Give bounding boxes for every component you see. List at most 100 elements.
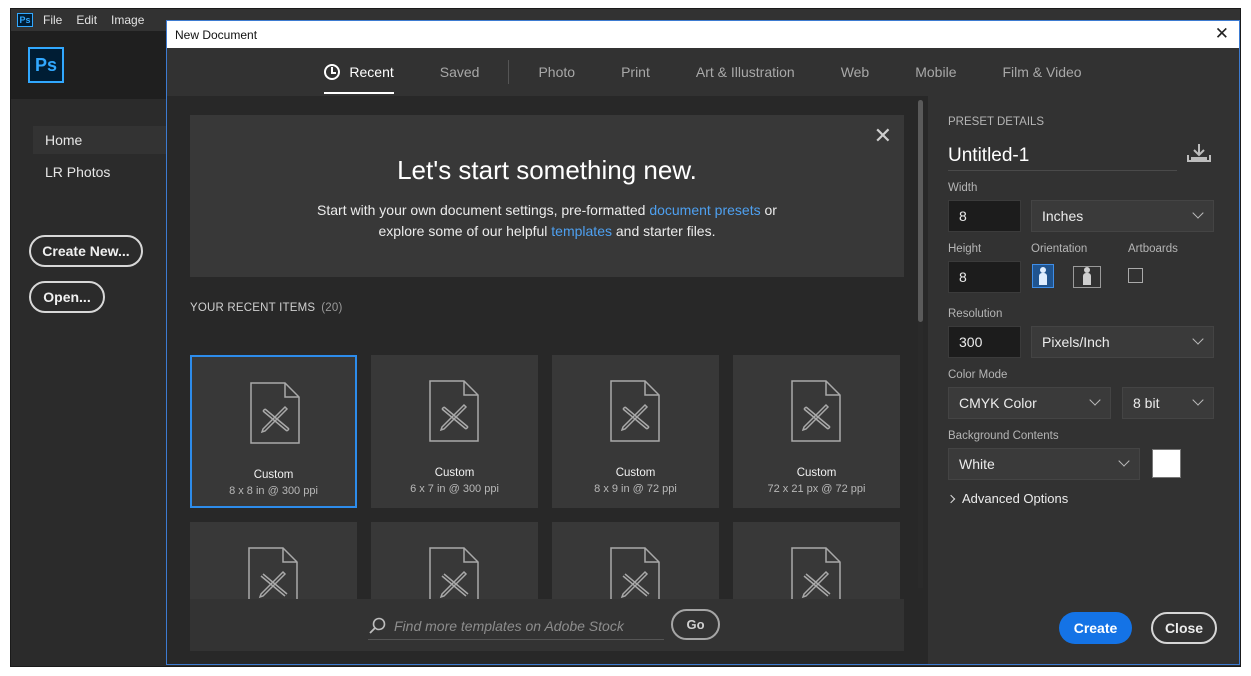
dialog-close-icon[interactable]: ✕ [1215,24,1229,44]
color-mode-dropdown[interactable]: CMYK Color [948,387,1111,419]
tab-saved[interactable]: Saved [440,48,480,96]
new-document-dialog: New Document ✕ Recent Saved Photo Print … [166,20,1240,665]
stock-search-input[interactable] [394,618,654,634]
chevron-right-icon [946,494,956,503]
preset-category-tabs: Recent Saved Photo Print Art & Illustrat… [167,48,1239,96]
document-icon [791,380,841,442]
document-presets-link[interactable]: document presets [649,202,760,218]
color-mode-value: CMYK Color [959,395,1037,411]
tab-recent[interactable]: Recent [324,48,395,96]
background-color-swatch[interactable] [1152,449,1181,478]
chevron-down-icon [1118,455,1130,467]
color-mode-label: Color Mode [948,369,1008,381]
banner-text-3: explore some of our helpful [378,223,552,239]
resolution-unit-dropdown[interactable]: Pixels/Inch [1031,326,1214,358]
resolution-input[interactable]: 300 [948,326,1021,358]
content-scrollbar[interactable] [918,100,923,588]
card-name: Custom [615,467,656,479]
create-button[interactable]: Create [1059,612,1132,644]
recent-item-card[interactable]: Custom 8 x 9 in @ 72 ppi [552,355,719,508]
nav-lr-photos[interactable]: LR Photos [33,158,167,186]
start-workspace-panel: Ps Home LR Photos Create New... Open... [11,31,167,666]
logo-area: Ps [11,31,167,99]
recent-items-title: YOUR RECENT ITEMS [190,302,316,314]
templates-link[interactable]: templates [551,223,612,239]
bit-depth-dropdown[interactable]: 8 bit [1122,387,1214,419]
chevron-down-icon [1192,207,1204,219]
card-dimensions: 8 x 9 in @ 72 ppi [594,483,677,495]
chevron-down-icon [1192,333,1204,345]
menu-edit[interactable]: Edit [76,13,97,27]
recent-items-count: (20) [321,302,343,314]
card-name: Custom [434,467,475,479]
landscape-icon[interactable] [1073,266,1101,288]
background-contents-value: White [959,456,995,472]
document-icon [429,380,479,442]
recent-items-heading: YOUR RECENT ITEMS (20) [190,302,343,314]
recent-item-card[interactable]: Custom 8 x 8 in @ 300 ppi [190,355,357,508]
dialog-titlebar: New Document ✕ [167,21,1239,48]
menu-image[interactable]: Image [111,13,144,27]
card-dimensions: 72 x 21 px @ 72 ppi [767,483,866,495]
tab-film-video[interactable]: Film & Video [1002,48,1081,96]
tab-art-illustration[interactable]: Art & Illustration [696,48,795,96]
preset-name-field[interactable]: Untitled-1 [948,141,1177,171]
card-dimensions: 8 x 8 in @ 300 ppi [229,485,318,497]
tab-recent-label: Recent [349,64,394,80]
document-icon [610,380,660,442]
card-name: Custom [796,467,837,479]
recent-item-card[interactable]: Custom 6 x 7 in @ 300 ppi [371,355,538,508]
ps-app-icon: Ps [17,13,33,27]
person-glyph [1083,267,1091,285]
tab-mobile[interactable]: Mobile [915,48,956,96]
tab-web[interactable]: Web [841,48,870,96]
artboards-checkbox[interactable] [1128,268,1143,283]
banner-text-1: Start with your own document settings, p… [317,202,650,218]
presets-content-area: ✕ Let's start something new. Start with … [167,96,927,664]
background-contents-dropdown[interactable]: White [948,448,1140,480]
adobe-stock-search-bar: Go [190,599,904,651]
stock-search-field [368,613,664,640]
ps-logo: Ps [28,47,64,83]
height-input[interactable]: 8 [948,261,1021,293]
scrollbar-thumb[interactable] [918,100,923,322]
banner-text-4: and starter files. [611,223,716,239]
close-button[interactable]: Close [1151,612,1217,644]
bit-depth-value: 8 bit [1133,395,1160,411]
resolution-label: Resolution [948,308,1003,320]
width-unit-value: Inches [1042,208,1084,224]
search-icon [369,617,386,634]
save-preset-icon[interactable] [1187,143,1211,163]
banner-text-2: or [760,202,777,218]
document-icon [250,382,300,444]
resolution-unit-value: Pixels/Inch [1042,334,1110,350]
banner-text: Start with your own document settings, p… [190,200,904,242]
width-input[interactable]: 8 [948,200,1021,232]
portrait-icon[interactable] [1032,264,1054,288]
advanced-options-label: Advanced Options [962,491,1069,506]
tab-photo[interactable]: Photo [538,48,575,96]
open-button[interactable]: Open... [29,281,105,313]
width-unit-dropdown[interactable]: Inches [1031,200,1214,232]
banner-close-icon[interactable]: ✕ [874,123,892,149]
chevron-down-icon [1089,394,1101,406]
tab-divider [508,60,510,84]
card-dimensions: 6 x 7 in @ 300 ppi [410,483,499,495]
background-contents-label: Background Contents [948,430,1059,442]
menu-file[interactable]: File [43,13,62,27]
person-glyph [1039,267,1047,285]
create-new-button[interactable]: Create New... [29,235,143,267]
go-button[interactable]: Go [671,609,720,640]
recent-item-card[interactable]: Custom 72 x 21 px @ 72 ppi [733,355,900,508]
clock-icon [324,64,341,80]
tab-print[interactable]: Print [621,48,650,96]
dialog-title: New Document [175,27,258,42]
nav-home[interactable]: Home [33,126,167,154]
welcome-banner: ✕ Let's start something new. Start with … [190,115,904,277]
preset-details-panel: PRESET DETAILS Untitled-1 Width 8 Inches… [928,96,1239,664]
advanced-options-toggle[interactable]: Advanced Options [946,491,1069,506]
artboards-label: Artboards [1128,243,1178,255]
chevron-down-icon [1192,394,1204,406]
preset-details-heading: PRESET DETAILS [948,116,1045,128]
width-label: Width [948,182,978,194]
